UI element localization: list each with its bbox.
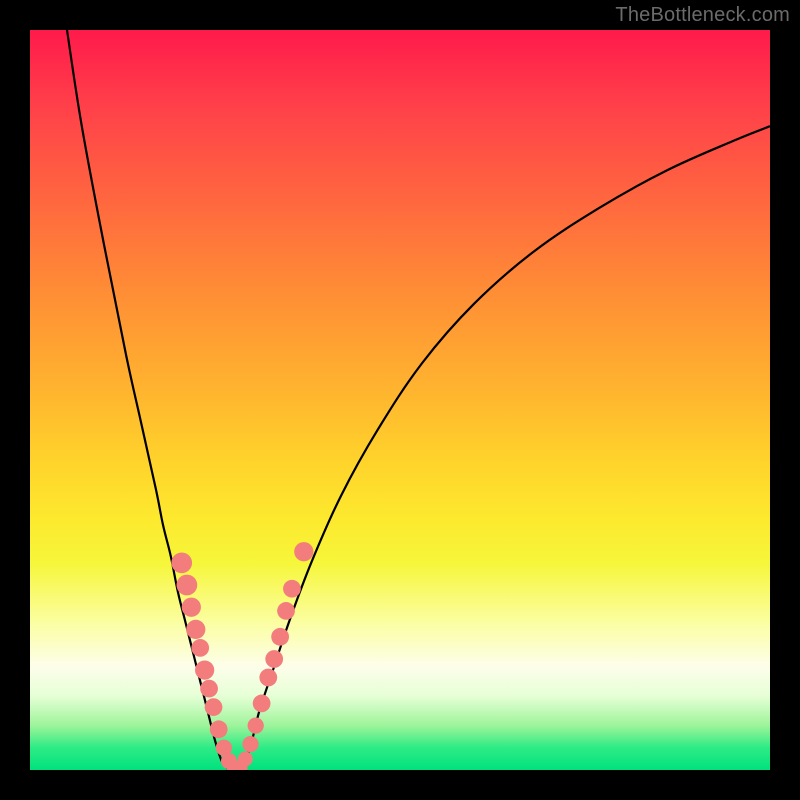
data-marker (191, 639, 209, 657)
data-marker (265, 650, 283, 668)
data-marker (259, 669, 277, 687)
curve-right (237, 126, 770, 770)
data-marker (283, 580, 301, 598)
chart-frame: TheBottleneck.com (0, 0, 800, 800)
data-marker (253, 695, 271, 713)
data-marker (238, 752, 253, 767)
plot-area (30, 30, 770, 770)
data-marker (195, 660, 214, 679)
data-marker (200, 680, 218, 698)
chart-svg (30, 30, 770, 770)
data-marker (171, 552, 192, 573)
data-marker (271, 628, 289, 646)
data-marker (186, 620, 205, 639)
data-marker (177, 575, 198, 596)
data-marker (277, 602, 295, 620)
watermark-text: TheBottleneck.com (615, 4, 790, 27)
data-marker (242, 736, 258, 752)
data-marker (294, 542, 313, 561)
data-marker (210, 720, 228, 738)
curve-left (67, 30, 230, 770)
data-marker (205, 698, 223, 716)
data-marker (248, 717, 264, 733)
marker-group (171, 542, 313, 770)
data-marker (182, 598, 201, 617)
